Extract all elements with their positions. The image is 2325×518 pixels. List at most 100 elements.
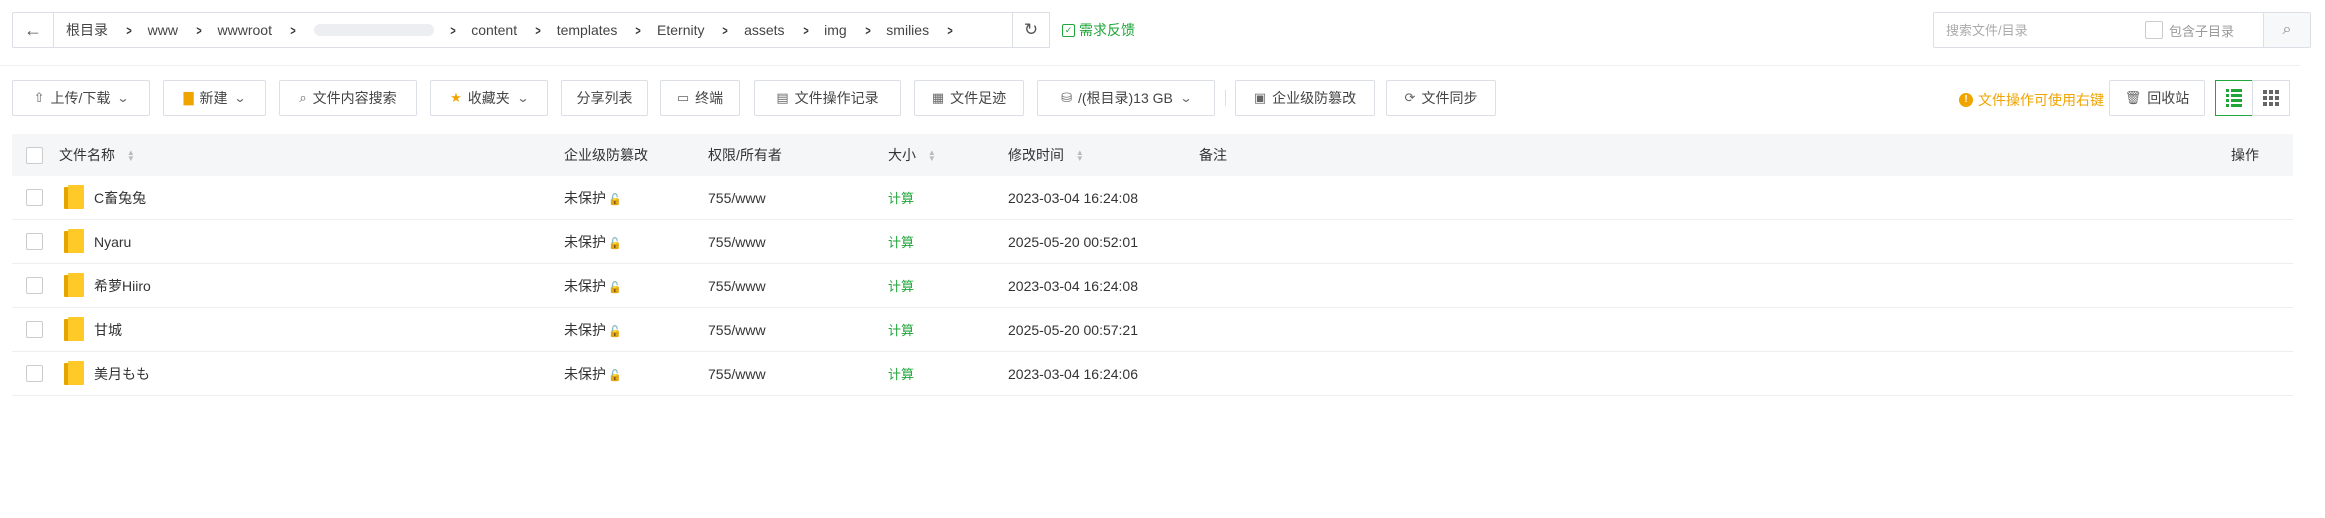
refresh-button[interactable]: ↻ — [1012, 12, 1050, 48]
crumb-content[interactable]: content — [469, 22, 527, 38]
crumb-smilies[interactable]: smilies — [884, 22, 939, 38]
select-all-checkbox[interactable] — [26, 146, 43, 164]
table-row[interactable]: 美月もも 未保护 🔓 755/www 计算 2023-03-04 16:24:06 — [12, 352, 2293, 396]
list-view-button[interactable] — [2215, 80, 2253, 116]
breadcrumb: 根目录 > www > wwwroot > > content > templates >… — [54, 13, 967, 47]
crumb-eternity[interactable]: Eternity — [655, 22, 714, 38]
calculate-size-link[interactable]: 计算 — [888, 276, 914, 295]
header-mtime[interactable]: 修改时间 ▲ ▼ — [1008, 145, 1084, 165]
divider — [1225, 90, 1226, 106]
crumb-redacted[interactable] — [313, 24, 434, 36]
feedback-link[interactable]: ✓ 需求反馈 — [1062, 20, 1135, 40]
calculate-size-link[interactable]: 计算 — [888, 232, 914, 251]
include-subdir-checkbox[interactable]: 包含子目录 — [2145, 21, 2234, 40]
permission-owner[interactable]: 755/www — [708, 278, 766, 294]
search-icon: ⌕ — [2282, 21, 2292, 38]
table-row[interactable]: 希萝Hiiro 未保护 🔓 755/www 计算 2023-03-04 16:24… — [12, 264, 2293, 308]
operation-log-button[interactable]: ▤ 文件操作记录 — [754, 80, 901, 116]
header-name-label: 文件名称 — [59, 147, 115, 163]
sync-folder-icon: ⟳ — [1404, 90, 1416, 105]
grid-view-button[interactable] — [2252, 80, 2290, 116]
footprint-button[interactable]: ▦ 文件足迹 — [914, 80, 1024, 116]
tamper-protection-button[interactable]: ▣ 企业级防篡改 — [1235, 80, 1375, 116]
crumb-img[interactable]: img — [822, 22, 857, 38]
arrow-left-icon: ← — [24, 19, 42, 40]
terminal-label: 终端 — [695, 90, 724, 106]
search-icon: ⌕ — [299, 90, 307, 105]
content-search-button[interactable]: ⌕ 文件内容搜索 — [279, 80, 417, 116]
protection-status[interactable]: 未保护 🔓 — [564, 364, 622, 384]
terminal-icon: ▭ — [676, 90, 690, 105]
protection-label: 未保护 — [564, 365, 606, 382]
header-ops: 操作 — [2231, 147, 2259, 163]
crumb-wwwroot[interactable]: wwwroot — [216, 22, 282, 38]
upload-label: 上传/下载 — [50, 90, 111, 106]
protection-status[interactable]: 未保护 🔓 — [564, 276, 622, 296]
crumb-assets[interactable]: assets — [742, 22, 794, 38]
chevron-right-icon: > — [865, 22, 871, 38]
grid-view-icon — [2263, 90, 2279, 106]
protection-label: 未保护 — [564, 277, 606, 294]
chevron-right-icon: > — [449, 22, 456, 38]
calculate-size-link[interactable]: 计算 — [888, 320, 914, 339]
recycle-bin-button[interactable]: 🗑 回收站 — [2109, 80, 2205, 116]
header-note: 备注 — [1199, 147, 1227, 163]
modified-time: 2025-05-20 00:52:01 — [1008, 233, 1138, 250]
header-name[interactable]: 文件名称 ▲ ▼ — [59, 145, 135, 165]
file-name[interactable]: Nyaru — [94, 234, 131, 250]
terminal-button[interactable]: ▭ 终端 — [660, 80, 740, 116]
file-name[interactable]: 美月もも — [94, 364, 150, 384]
header-size[interactable]: 大小 ▲ ▼ — [888, 145, 936, 165]
include-subdir-label: 包含子目录 — [2169, 23, 2235, 39]
divider — [0, 65, 2300, 66]
disk-label: /(根目录)13 GB — [1077, 90, 1173, 106]
folder-icon — [64, 273, 84, 297]
favorites-button[interactable]: ★ 收藏夹 ⌄ — [430, 80, 548, 116]
protection-status[interactable]: 未保护 🔓 — [564, 232, 622, 252]
chevron-down-icon: ⌄ — [516, 91, 530, 105]
file-table: 文件名称 ▲ ▼ 企业级防篡改 权限/所有者 大小 ▲ ▼ 修改时间 ▲ ▼ 备注 操… — [12, 134, 2293, 396]
share-list-button[interactable]: 分享列表 — [561, 80, 648, 116]
row-checkbox[interactable] — [26, 277, 43, 294]
right-click-tip: ! 文件操作可使用右键 — [1959, 90, 2104, 110]
permission-owner[interactable]: 755/www — [708, 190, 766, 206]
sort-icon: ▲ ▼ — [927, 148, 936, 164]
upload-download-button[interactable]: ⇧ 上传/下载 ⌄ — [12, 80, 150, 116]
table-row[interactable]: C畜兔兔 未保护 🔓 755/www 计算 2023-03-04 16:24:08 — [12, 176, 2293, 220]
file-name[interactable]: 希萝Hiiro — [94, 276, 151, 296]
disk-selector[interactable]: ⛁ /(根目录)13 GB ⌄ — [1037, 80, 1215, 116]
recycle-label: 回收站 — [2147, 90, 2190, 106]
row-checkbox[interactable] — [26, 189, 43, 206]
folder-plus-icon: ▇ — [183, 90, 194, 105]
search-button[interactable]: ⌕ — [2263, 13, 2310, 47]
row-checkbox[interactable] — [26, 233, 43, 250]
permission-owner[interactable]: 755/www — [708, 234, 766, 250]
permission-owner[interactable]: 755/www — [708, 366, 766, 382]
file-name[interactable]: C畜兔兔 — [94, 188, 146, 208]
document-icon: ▤ — [776, 90, 789, 105]
modified-time: 2025-05-20 00:57:21 — [1008, 321, 1138, 338]
crumb-root[interactable]: 根目录 — [64, 20, 118, 40]
list-view-icon — [2226, 89, 2242, 107]
path-bar[interactable]: ← 根目录 > www > wwwroot > > content > template… — [12, 12, 1044, 48]
calculate-size-link[interactable]: 计算 — [888, 364, 914, 383]
protection-status[interactable]: 未保护 🔓 — [564, 188, 622, 208]
protection-status[interactable]: 未保护 🔓 — [564, 320, 622, 340]
calculate-size-link[interactable]: 计算 — [888, 188, 914, 207]
table-row[interactable]: Nyaru 未保护 🔓 755/www 计算 2025-05-20 00:52:0… — [12, 220, 2293, 264]
file-name[interactable]: 甘城 — [94, 320, 122, 340]
toolbar: ⇧ 上传/下载 ⌄ ▇ 新建 ⌄ ⌕ 文件内容搜索 ★ 收藏夹 ⌄ 分享列表 ▭… — [12, 80, 2300, 118]
unlock-icon: 🔓 — [608, 193, 622, 206]
checkbox[interactable] — [2145, 21, 2163, 39]
file-sync-button[interactable]: ⟳ 文件同步 — [1386, 80, 1496, 116]
new-button[interactable]: ▇ 新建 ⌄ — [163, 80, 266, 116]
crumb-www[interactable]: www — [146, 22, 188, 38]
row-checkbox[interactable] — [26, 365, 43, 382]
row-checkbox[interactable] — [26, 321, 43, 338]
header-size-label: 大小 — [888, 147, 916, 163]
permission-owner[interactable]: 755/www — [708, 322, 766, 338]
search-input[interactable] — [1944, 21, 2128, 39]
crumb-templates[interactable]: templates — [555, 22, 628, 38]
table-row[interactable]: 甘城 未保护 🔓 755/www 计算 2025-05-20 00:57:21 — [12, 308, 2293, 352]
back-button[interactable]: ← — [13, 13, 54, 47]
